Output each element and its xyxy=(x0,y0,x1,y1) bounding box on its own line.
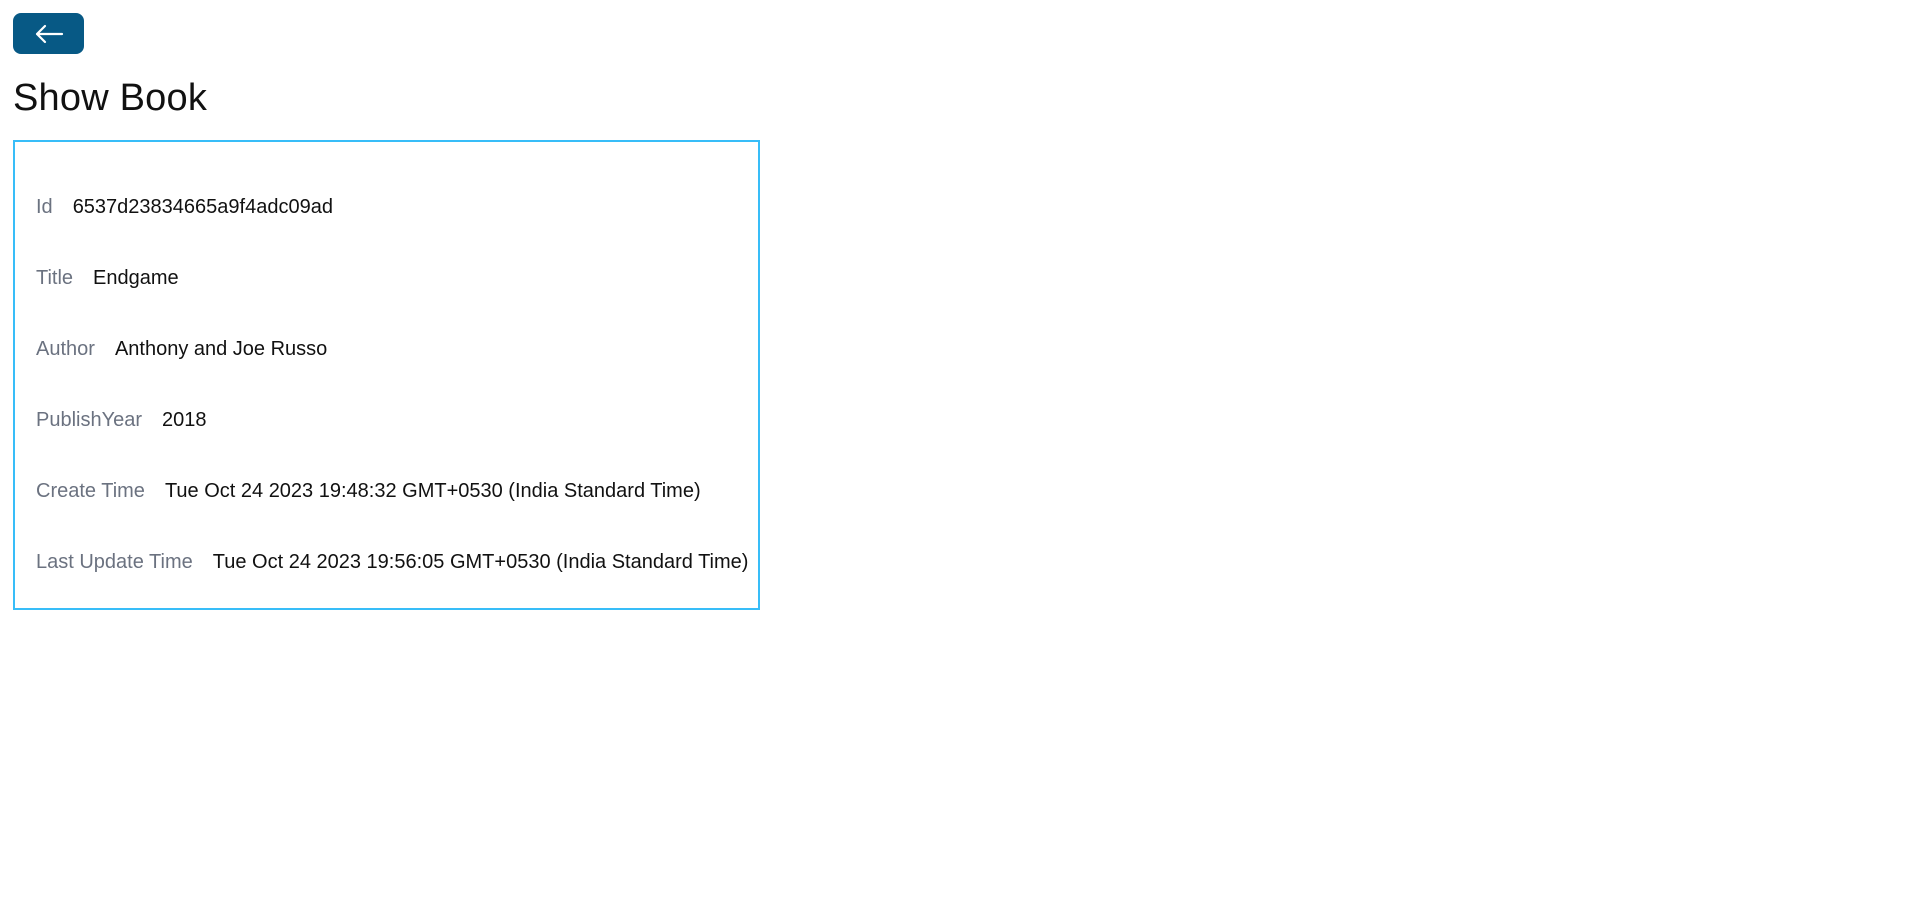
page-title: Show Book xyxy=(13,77,208,119)
field-value: Tue Oct 24 2023 19:56:05 GMT+0530 (India… xyxy=(212,551,749,574)
field-value: Tue Oct 24 2023 19:48:32 GMT+0530 (India… xyxy=(164,480,701,503)
back-button[interactable] xyxy=(13,13,84,54)
field-label: Title xyxy=(36,267,74,290)
field-value: 2018 xyxy=(162,409,207,432)
field-value: Endgame xyxy=(93,267,179,290)
detail-row-title: Title Endgame xyxy=(36,243,738,314)
book-detail-card: Id 6537d23834665a9f4adc09ad Title Endgam… xyxy=(13,139,760,610)
field-label: Last Update Time xyxy=(36,551,193,574)
detail-row-author: Author Anthony and Joe Russo xyxy=(36,314,738,385)
field-value: 6537d23834665a9f4adc09ad xyxy=(72,196,333,219)
detail-row-create-time: Create Time Tue Oct 24 2023 19:48:32 GMT… xyxy=(36,456,738,527)
detail-row-last-update-time: Last Update Time Tue Oct 24 2023 19:56:0… xyxy=(36,527,748,598)
field-label: Id xyxy=(36,196,53,219)
field-label: Create Time xyxy=(36,480,145,503)
field-label: PublishYear xyxy=(36,409,143,432)
field-label: Author xyxy=(36,338,95,361)
arrow-left-icon xyxy=(35,24,63,43)
field-value: Anthony and Joe Russo xyxy=(114,338,328,361)
page: Show Book Id 6537d23834665a9f4adc09ad Ti… xyxy=(0,0,1905,912)
detail-row-publish-year: PublishYear 2018 xyxy=(36,385,738,456)
detail-row-id: Id 6537d23834665a9f4adc09ad xyxy=(36,172,738,243)
